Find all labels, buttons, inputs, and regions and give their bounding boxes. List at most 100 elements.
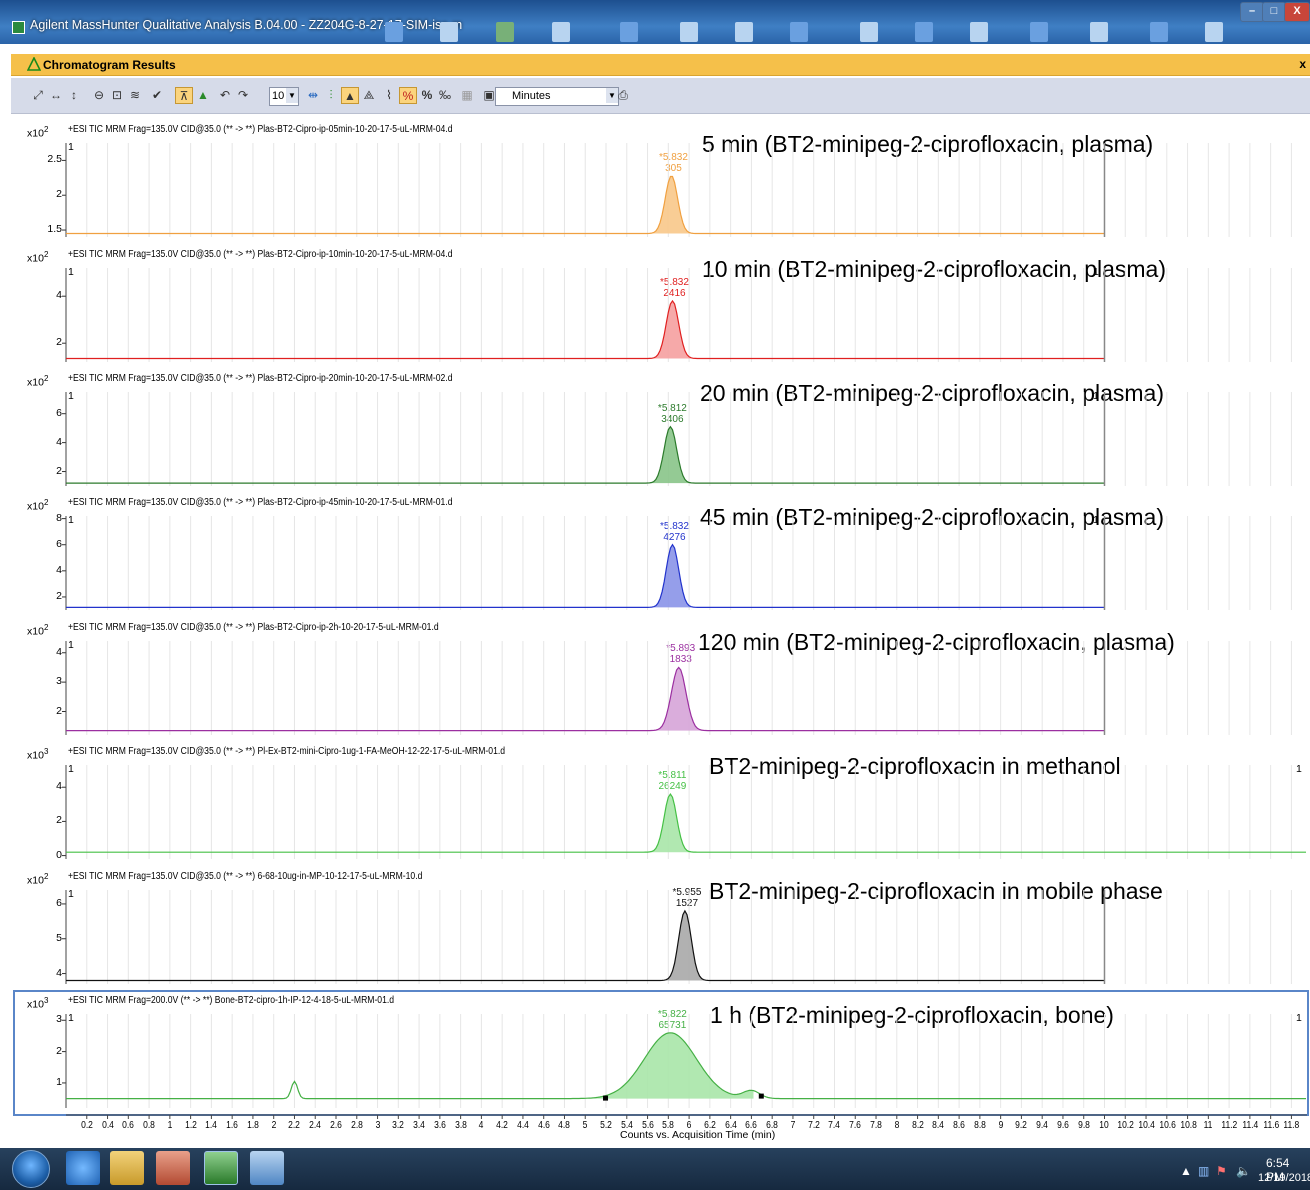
undo-icon[interactable]: ↶ xyxy=(217,87,233,104)
grid xyxy=(86,268,1292,362)
x-tick-label: 9.4 xyxy=(1036,1120,1049,1131)
start-button[interactable] xyxy=(12,1150,50,1188)
panel-title: Chromatogram Results xyxy=(43,58,176,72)
x-tick-label: 10.4 xyxy=(1138,1120,1155,1131)
thumbnail-icon xyxy=(1030,22,1048,42)
maximize-button[interactable]: □ xyxy=(1262,2,1286,22)
x-tick-label: 9.6 xyxy=(1057,1120,1069,1131)
x-tick-label: 11.6 xyxy=(1262,1120,1279,1131)
integration-start-marker xyxy=(603,1095,609,1101)
x-tick-label: 2.2 xyxy=(288,1120,301,1131)
thumbnail-icon xyxy=(1205,22,1223,42)
thumbnail-icon xyxy=(790,22,808,42)
redo-icon[interactable]: ↷ xyxy=(235,87,251,104)
thumbnail-icon xyxy=(1150,22,1168,42)
percent-scale-icon[interactable]: % xyxy=(399,87,417,104)
percent-icon[interactable]: % xyxy=(419,87,435,104)
peak-select-icon[interactable]: ▲ xyxy=(341,87,359,104)
x-tick-label: 10.8 xyxy=(1179,1120,1197,1131)
internet-explorer-icon[interactable] xyxy=(66,1151,100,1185)
print-icon[interactable]: ⎙ xyxy=(615,87,631,104)
thumbnail-icon xyxy=(552,22,570,42)
x-tick-label: 7.6 xyxy=(849,1120,862,1131)
x-tick-label: 7.4 xyxy=(828,1120,841,1131)
fit-width-icon[interactable]: ⇹ xyxy=(305,87,321,104)
x-axis-label: Counts vs. Acquisition Time (min) xyxy=(620,1129,776,1141)
label-icon[interactable]: ⌇ xyxy=(381,87,397,104)
chromatogram-plot-area: x102 +ESI TIC MRM Frag=135.0V CID@35.0 (*… xyxy=(11,115,1310,1147)
x-tick-label: 3.6 xyxy=(433,1120,446,1131)
window-title-bar[interactable]: Agilent MassHunter Qualitative Analysis … xyxy=(0,0,1310,44)
close-button[interactable]: X xyxy=(1284,2,1310,22)
panel-close-button[interactable]: x xyxy=(1299,57,1306,71)
x-tick-label: 10 xyxy=(1099,1120,1110,1131)
x-tick-label: 2.4 xyxy=(309,1120,322,1131)
zoom-level-select[interactable]: 10 ▼ xyxy=(269,87,299,106)
action-center-icon[interactable]: ⚑ xyxy=(1216,1164,1227,1178)
peak-fill xyxy=(666,910,704,981)
masshunter-app-icon xyxy=(12,21,25,34)
zoom-box-icon[interactable]: ⊡ xyxy=(109,87,125,104)
chromatogram-plots xyxy=(62,143,1307,1119)
autoscale-x-icon[interactable]: ↔ xyxy=(49,87,63,104)
peak-edit-icon[interactable]: ⟁ xyxy=(361,87,377,104)
x-tick-label: 0.8 xyxy=(143,1120,155,1131)
chromatogram-trace xyxy=(66,793,1306,853)
x-tick-label: 3.2 xyxy=(392,1120,405,1131)
show-hidden-icons-icon[interactable]: ▲ xyxy=(1180,1164,1192,1178)
integration-end-marker xyxy=(758,1093,764,1099)
peak-fill xyxy=(655,667,702,731)
grid xyxy=(86,765,1292,859)
peak-fill xyxy=(589,1032,754,1099)
chromatogram-toolbar: ⤢ ↔ ↕ ⊖ ⊡ ≋ ✔ ⊼ ▲ ↶ ↷ 10 ▼ ⇹ ⫶ ▲ ⟁ ⌇ % %… xyxy=(11,78,1310,114)
x-tick-label: 1 xyxy=(167,1120,173,1131)
overlay-icon[interactable]: ≋ xyxy=(127,87,143,104)
volume-icon[interactable]: 🔈 xyxy=(1236,1164,1251,1178)
x-tick-label: 11.2 xyxy=(1221,1120,1238,1131)
network-icon[interactable]: ▥ xyxy=(1198,1164,1209,1178)
x-tick-label: 2 xyxy=(271,1120,277,1131)
autoscale-y-icon[interactable]: ↕ xyxy=(67,87,81,104)
document-icon[interactable] xyxy=(250,1151,284,1185)
thumbnail-icon xyxy=(496,22,514,42)
table-icon[interactable]: ▦ xyxy=(459,87,475,104)
calculator-icon[interactable] xyxy=(156,1151,190,1185)
check-peaks-icon[interactable]: ✔ xyxy=(149,87,165,104)
thumbnail-icon xyxy=(385,22,403,42)
thumbnail-icon xyxy=(970,22,988,42)
clock-date: 12/19/2018 xyxy=(1258,1172,1310,1184)
x-tick-label: 0.6 xyxy=(122,1120,135,1131)
zoom-level-value: 10 xyxy=(272,90,285,102)
time-units-select[interactable]: Minutes ▼ xyxy=(495,87,619,106)
peak-fill xyxy=(651,176,692,234)
file-explorer-icon[interactable] xyxy=(110,1151,144,1185)
zoom-out-icon[interactable]: ⊖ xyxy=(91,87,107,104)
x-tick-label: 7 xyxy=(790,1120,796,1131)
x-tick-label: 8.6 xyxy=(953,1120,966,1131)
peak-fill xyxy=(651,426,690,484)
thumbnail-icon xyxy=(735,22,753,42)
minimize-button[interactable]: – xyxy=(1240,2,1264,22)
x-tick-label: 4.4 xyxy=(517,1120,529,1131)
x-tick-label: 8.8 xyxy=(973,1120,986,1131)
peak-markers-icon[interactable]: ⫶ xyxy=(323,87,339,104)
x-tick-label: 0.4 xyxy=(101,1120,114,1131)
normalize-percent-icon[interactable]: ‰ xyxy=(437,87,453,104)
x-tick-label: 7.8 xyxy=(870,1120,882,1131)
x-tick-label: 1.6 xyxy=(226,1120,239,1131)
x-tick-label: 3.4 xyxy=(413,1120,425,1131)
x-tick-label: 10.2 xyxy=(1117,1120,1135,1131)
thumbnail-icon xyxy=(680,22,698,42)
x-tick-label: 2.8 xyxy=(350,1120,363,1131)
x-tick-label: 7.2 xyxy=(807,1120,820,1131)
grid xyxy=(86,516,1292,610)
masshunter-taskbar-icon[interactable] xyxy=(204,1151,238,1185)
x-tick-label: 8.4 xyxy=(932,1120,945,1131)
peak-label-icon[interactable]: ▲ xyxy=(195,87,211,104)
autoscale-xy-icon[interactable]: ⤢ xyxy=(31,87,45,104)
x-tick-label: 5 xyxy=(582,1120,588,1131)
time-units-value: Minutes xyxy=(512,90,551,102)
x-tick-label: 4.8 xyxy=(558,1120,571,1131)
integrate-peaks-icon[interactable]: ⊼ xyxy=(175,87,193,104)
thumbnail-icon xyxy=(860,22,878,42)
